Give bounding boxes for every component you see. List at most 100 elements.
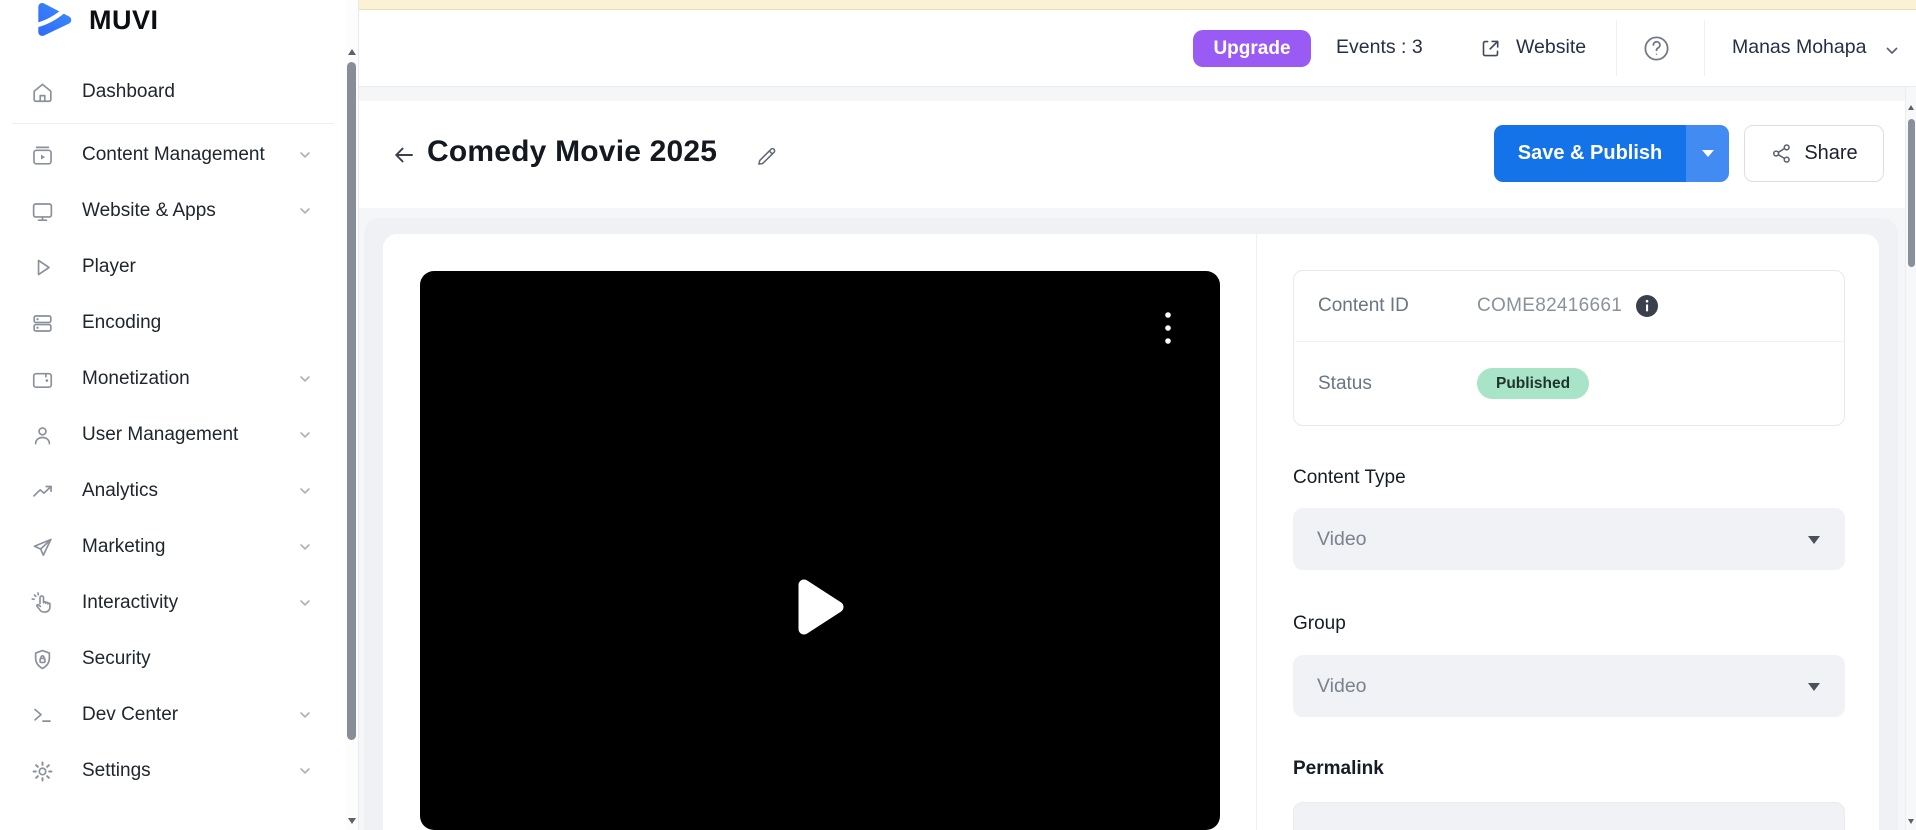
sidebar: MUVI Dashboard Content Management Website … (0, 0, 346, 830)
chevron-down-icon (298, 372, 312, 386)
sidebar-divider (12, 123, 334, 124)
sidebar-item-website-apps[interactable]: Website & Apps (0, 183, 346, 239)
share-button-label: Share (1804, 142, 1857, 165)
sidebar-item-label: Player (82, 256, 136, 278)
save-publish-button[interactable]: Save & Publish (1494, 125, 1686, 182)
hand-tap-icon (30, 591, 55, 616)
group-select[interactable]: Video (1293, 655, 1845, 717)
home-icon (30, 80, 55, 105)
chevron-down-icon (298, 204, 312, 218)
external-link-icon (1479, 37, 1502, 60)
upgrade-button[interactable]: Upgrade (1193, 30, 1311, 67)
caret-down-icon (1808, 536, 1820, 544)
help-circle-icon[interactable] (1642, 34, 1671, 63)
sidebar-item-content-management[interactable]: Content Management (0, 127, 346, 183)
title-bar: Comedy Movie 2025 Save & Publish Share (359, 101, 1916, 208)
play-outline-icon (30, 255, 55, 280)
main-area: Upgrade Events : 3 Website Manas Mohapa (359, 0, 1916, 830)
scroll-down-arrow-icon[interactable] (348, 818, 356, 824)
pencil-icon[interactable] (754, 144, 779, 169)
permalink-input[interactable] (1293, 802, 1845, 830)
sidebar-nav: Dashboard Content Management Website & App… (0, 64, 346, 799)
page-scrollbar[interactable] (1905, 87, 1916, 830)
page-scrollbar-thumb[interactable] (1908, 119, 1915, 267)
sidebar-item-label: Security (82, 648, 151, 670)
content-id-label: Content ID (1318, 295, 1477, 317)
sidebar-item-user-management[interactable]: User Management (0, 407, 346, 463)
trending-up-icon (30, 479, 55, 504)
muvi-cms-app: MUVI Dashboard Content Management Website … (0, 0, 1916, 830)
sidebar-scrollbar-thumb[interactable] (347, 62, 356, 740)
sidebar-item-dashboard[interactable]: Dashboard (0, 64, 346, 120)
share-nodes-icon (1770, 142, 1793, 165)
muvi-logo[interactable]: MUVI (31, 0, 159, 43)
status-row: Status Published (1294, 342, 1844, 425)
scroll-up-arrow-icon[interactable] (1908, 105, 1914, 110)
scroll-down-arrow-icon[interactable] (1908, 819, 1914, 824)
sidebar-item-marketing[interactable]: Marketing (0, 519, 346, 575)
info-icon[interactable] (1636, 295, 1658, 317)
website-link[interactable]: Website (1516, 36, 1586, 59)
events-counter[interactable]: Events : 3 (1336, 36, 1423, 59)
chevron-down-icon (298, 148, 312, 162)
content-type-select[interactable]: Video (1293, 508, 1845, 570)
group-label: Group (1293, 613, 1346, 635)
content-wrapper: Content ID COME82416661 Status Publish (364, 218, 1898, 830)
content-id-value: COME82416661 (1477, 295, 1622, 317)
monitor-icon (30, 199, 55, 224)
sidebar-item-label: Encoding (82, 312, 161, 334)
sidebar-item-label: User Management (82, 424, 238, 446)
video-library-icon (30, 143, 55, 168)
caret-down-icon (1808, 683, 1820, 691)
sidebar-item-player[interactable]: Player (0, 239, 346, 295)
wallet-icon (30, 367, 55, 392)
sidebar-item-security[interactable]: Security (0, 631, 346, 687)
chevron-down-icon (298, 596, 312, 610)
sidebar-item-label: Dashboard (82, 81, 175, 103)
sidebar-item-label: Monetization (82, 368, 190, 390)
chevron-down-icon (1883, 42, 1901, 60)
content-type-label: Content Type (1293, 467, 1406, 489)
sidebar-item-label: Settings (82, 760, 151, 782)
permalink-label: Permalink (1293, 758, 1384, 780)
play-button-icon[interactable] (791, 574, 849, 640)
shield-lock-icon (30, 647, 55, 672)
sidebar-scrollbar[interactable] (346, 0, 359, 830)
status-badge: Published (1477, 368, 1589, 399)
kebab-menu-icon[interactable] (1164, 311, 1172, 347)
content-type-value: Video (1317, 528, 1367, 551)
sidebar-item-analytics[interactable]: Analytics (0, 463, 346, 519)
caret-down-icon (1702, 150, 1714, 157)
top-header: Upgrade Events : 3 Website Manas Mohapa (359, 10, 1916, 87)
muvi-logo-icon (31, 0, 77, 43)
terminal-icon (30, 703, 55, 728)
send-icon (30, 535, 55, 560)
top-banner (359, 0, 1916, 10)
chevron-down-icon (298, 484, 312, 498)
chevron-down-icon (298, 708, 312, 722)
user-icon (30, 423, 55, 448)
sidebar-item-monetization[interactable]: Monetization (0, 351, 346, 407)
sidebar-item-label: Analytics (82, 480, 158, 502)
sidebar-item-label: Content Management (82, 144, 265, 166)
chevron-down-icon (298, 428, 312, 442)
save-options-dropdown-button[interactable] (1686, 125, 1729, 182)
server-icon (30, 311, 55, 336)
video-player[interactable] (420, 271, 1220, 830)
page-title: Comedy Movie 2025 (427, 135, 717, 169)
group-value: Video (1317, 675, 1367, 698)
share-button[interactable]: Share (1744, 125, 1884, 182)
header-divider (1704, 21, 1705, 76)
save-publish-group: Save & Publish (1494, 125, 1729, 182)
chevron-down-icon (298, 764, 312, 778)
sidebar-item-encoding[interactable]: Encoding (0, 295, 346, 351)
sidebar-item-settings[interactable]: Settings (0, 743, 346, 799)
sidebar-item-label: Website & Apps (82, 200, 216, 222)
user-menu[interactable]: Manas Mohapa (1732, 36, 1866, 59)
back-arrow-icon[interactable] (391, 142, 417, 168)
sidebar-item-dev-center[interactable]: Dev Center (0, 687, 346, 743)
sidebar-item-interactivity[interactable]: Interactivity (0, 575, 346, 631)
sidebar-item-label: Interactivity (82, 592, 178, 614)
scroll-up-arrow-icon[interactable] (348, 49, 356, 55)
gear-icon (30, 759, 55, 784)
